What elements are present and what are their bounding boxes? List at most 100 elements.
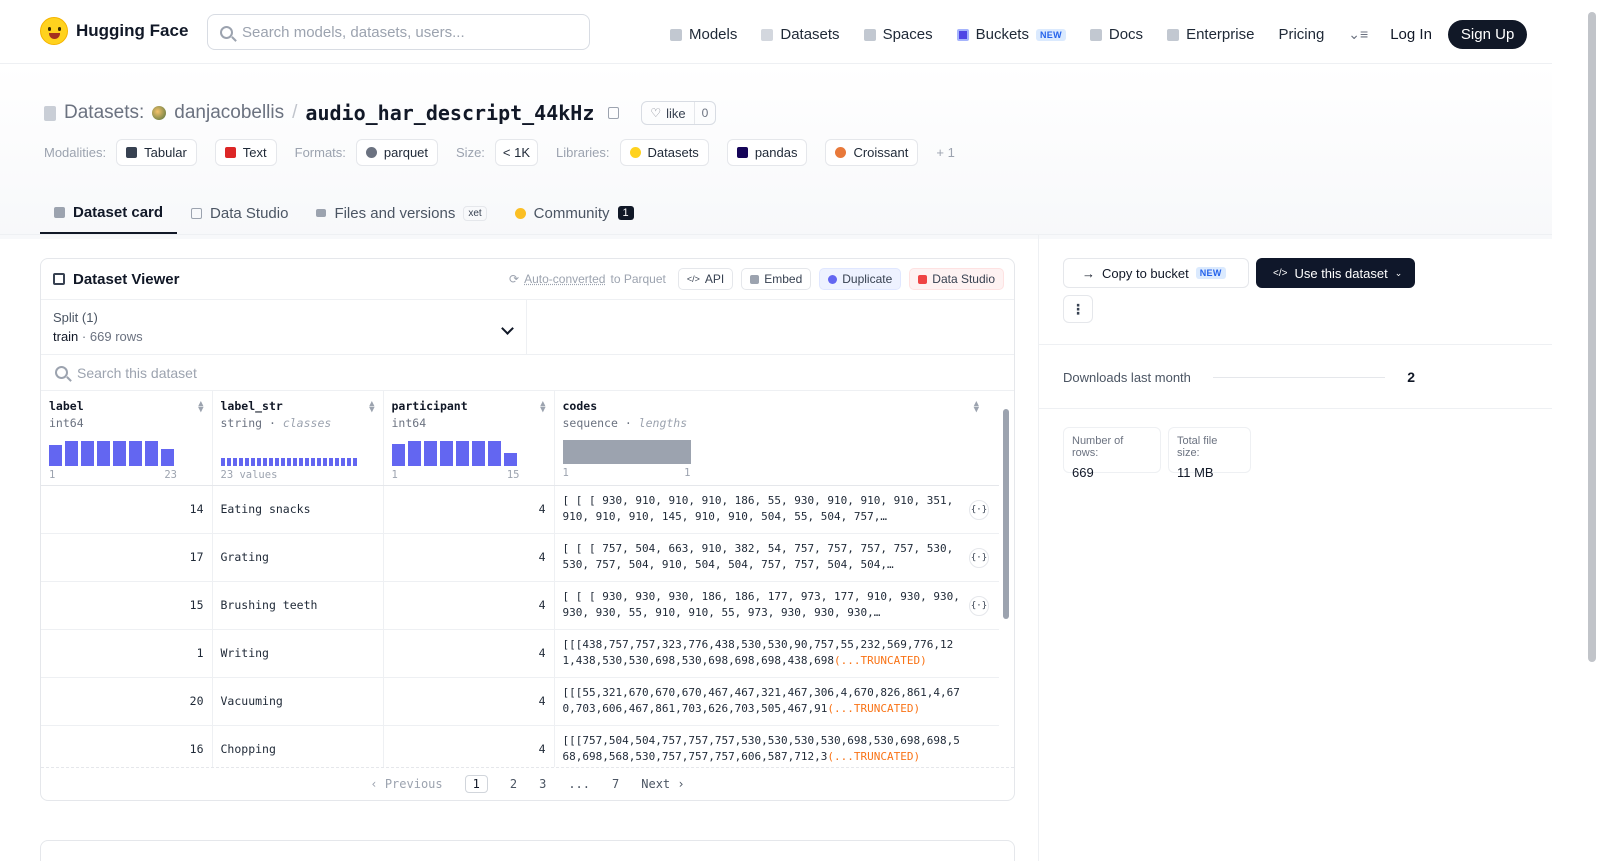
split-selector[interactable]: Split (1) train · 669 rows — [41, 300, 527, 354]
cell-label[interactable]: 20 — [41, 677, 213, 726]
copy-icon[interactable] — [608, 107, 620, 119]
cell-label-str[interactable]: Chopping — [212, 725, 384, 767]
library-pandas[interactable]: pandas — [726, 139, 808, 166]
previous-page-button[interactable]: ‹ Previous — [370, 777, 442, 791]
table-row[interactable]: 14 Eating snacks 4[ [ [ 930, 910, 910, 910… — [41, 485, 999, 534]
cell-label-str[interactable]: Eating snacks — [212, 485, 384, 534]
histogram-bar[interactable] — [439, 441, 453, 466]
histogram-bar[interactable] — [391, 444, 405, 466]
histogram-bar[interactable] — [65, 441, 78, 466]
api-button[interactable]: </> API — [677, 268, 734, 290]
class-segment[interactable] — [238, 458, 243, 466]
cell-codes[interactable]: [ [ [ 757, 504, 663, 910, 382, 54, 757, … — [554, 533, 999, 582]
use-this-dataset-button[interactable]: </> Use this dataset ⌄ — [1256, 258, 1415, 288]
repo-name[interactable]: audio_har_descript_44kHz — [305, 101, 594, 125]
cell-label[interactable]: 14 — [41, 485, 213, 534]
tab-community[interactable]: Community 1 — [501, 192, 648, 234]
more-libraries[interactable]: + 1 — [936, 145, 954, 160]
more-menu-icon[interactable]: ⌄≡ — [1348, 26, 1368, 43]
histogram-bar[interactable] — [487, 441, 501, 466]
duplicate-button[interactable]: Duplicate — [819, 268, 902, 290]
column-header-participant[interactable]: participant int64 ▲ ▼ 1 15 — [383, 391, 555, 486]
data-table-wrapper[interactable]: label int64 ▲ ▼ 1 23 label_str string · cl… — [41, 391, 1014, 767]
like-button[interactable]: ♡ like 0 — [641, 101, 717, 125]
histogram-bar[interactable] — [407, 441, 421, 466]
nav-datasets[interactable]: Datasets — [761, 26, 840, 43]
class-segment[interactable] — [226, 458, 231, 466]
cell-codes[interactable]: [[[55,321,670,670,670,467,467,321,467,30… — [554, 677, 999, 726]
nav-buckets[interactable]: Buckets NEW — [956, 26, 1066, 43]
cell-label[interactable]: 15 — [41, 581, 213, 630]
scrollbar-thumb[interactable] — [1003, 409, 1009, 619]
class-segment[interactable] — [244, 458, 249, 466]
tab-dataset-card[interactable]: Dataset card — [40, 192, 178, 234]
class-segment[interactable] — [304, 458, 309, 466]
histogram-label[interactable] — [49, 438, 204, 466]
classes-bar[interactable] — [220, 438, 375, 466]
lengths-bar[interactable] — [562, 440, 691, 464]
library-croissant[interactable]: Croissant — [825, 139, 919, 166]
cell-label[interactable]: 16 — [41, 725, 213, 767]
cell-label-str[interactable]: Vacuuming — [212, 677, 384, 726]
page-3-button[interactable]: 3 — [539, 777, 546, 791]
nav-pricing[interactable]: Pricing — [1278, 26, 1324, 43]
cell-label-str[interactable]: Brushing teeth — [212, 581, 384, 630]
cell-participant[interactable]: 4 — [383, 485, 555, 534]
more-options-button[interactable]: ⋮ — [1063, 295, 1093, 323]
next-page-button[interactable]: Next › — [641, 777, 684, 791]
table-row[interactable]: 17 Grating 4[ [ [ 757, 504, 663, 910, 382,… — [41, 533, 999, 582]
page-1-button[interactable]: 1 — [464, 775, 488, 793]
nav-spaces[interactable]: Spaces — [863, 26, 933, 43]
histogram-bar[interactable] — [49, 445, 62, 466]
size-chip[interactable]: < 1K — [494, 139, 539, 166]
cell-label-str[interactable]: Grating — [212, 533, 384, 582]
breadcrumb-datasets[interactable]: Datasets: — [64, 102, 144, 124]
class-segment[interactable] — [232, 458, 237, 466]
class-segment[interactable] — [316, 458, 321, 466]
table-row[interactable]: 16 Chopping 4 [[[757,504,504,757,757,757,53… — [41, 725, 999, 767]
histogram-bar[interactable] — [81, 441, 94, 466]
page-7-button[interactable]: 7 — [612, 777, 619, 791]
column-header-label-str[interactable]: label_str string · classes ▲ ▼ 23 values — [212, 391, 384, 486]
class-segment[interactable] — [310, 458, 315, 466]
data-studio-button[interactable]: Data Studio — [909, 268, 1004, 290]
histogram-bar[interactable] — [423, 441, 437, 466]
class-segment[interactable] — [262, 458, 267, 466]
histogram-participant[interactable] — [391, 438, 546, 466]
table-row[interactable]: 20 Vacuuming 4 [[[55,321,670,670,670,467,46… — [41, 677, 999, 726]
sort-icon[interactable]: ▲ ▼ — [198, 400, 203, 415]
cell-participant[interactable]: 4 — [383, 725, 555, 767]
copy-to-bucket-button[interactable]: → Copy to bucket NEW — [1063, 258, 1249, 288]
column-header-label[interactable]: label int64 ▲ ▼ 1 23 — [41, 391, 213, 486]
cell-codes[interactable]: [[[757,504,504,757,757,757,530,530,530,5… — [554, 725, 999, 767]
sort-icon[interactable]: ▲ ▼ — [540, 400, 545, 415]
histogram-bar[interactable] — [113, 441, 126, 466]
cell-codes[interactable]: [ [ [ 930, 930, 930, 186, 186, 177, 973,… — [554, 581, 999, 630]
expand-json-button[interactable]: {·} — [969, 595, 989, 616]
sort-icon[interactable]: ▲ ▼ — [974, 400, 979, 415]
embed-button[interactable]: Embed — [741, 268, 812, 290]
histogram-bar[interactable] — [129, 441, 142, 466]
column-header-codes[interactable]: codes sequence · lengths ▲ ▼ 11 — [554, 391, 999, 486]
class-segment[interactable] — [274, 458, 279, 466]
class-segment[interactable] — [340, 458, 345, 466]
histogram-bar[interactable] — [455, 441, 469, 466]
nav-models[interactable]: Models — [670, 26, 737, 43]
cell-codes[interactable]: [ [ [ 930, 910, 910, 910, 186, 55, 930, … — [554, 485, 999, 534]
class-segment[interactable] — [286, 458, 291, 466]
cell-label[interactable]: 17 — [41, 533, 213, 582]
histogram-bar[interactable] — [161, 449, 174, 466]
class-segment[interactable] — [352, 458, 357, 466]
class-segment[interactable] — [280, 458, 285, 466]
nav-enterprise[interactable]: Enterprise — [1167, 26, 1254, 43]
page-scrollbar[interactable] — [1588, 12, 1596, 662]
histogram-bar[interactable] — [97, 441, 110, 466]
sort-icon[interactable]: ▲ ▼ — [369, 400, 374, 415]
signup-button[interactable]: Sign Up — [1447, 20, 1528, 49]
cell-participant[interactable]: 4 — [383, 629, 555, 678]
cell-label[interactable]: 1 — [41, 629, 213, 678]
class-segment[interactable] — [298, 458, 303, 466]
expand-json-button[interactable]: {·} — [969, 547, 989, 568]
global-search-input[interactable]: Search models, datasets, users... — [207, 14, 590, 50]
class-segment[interactable] — [322, 458, 327, 466]
